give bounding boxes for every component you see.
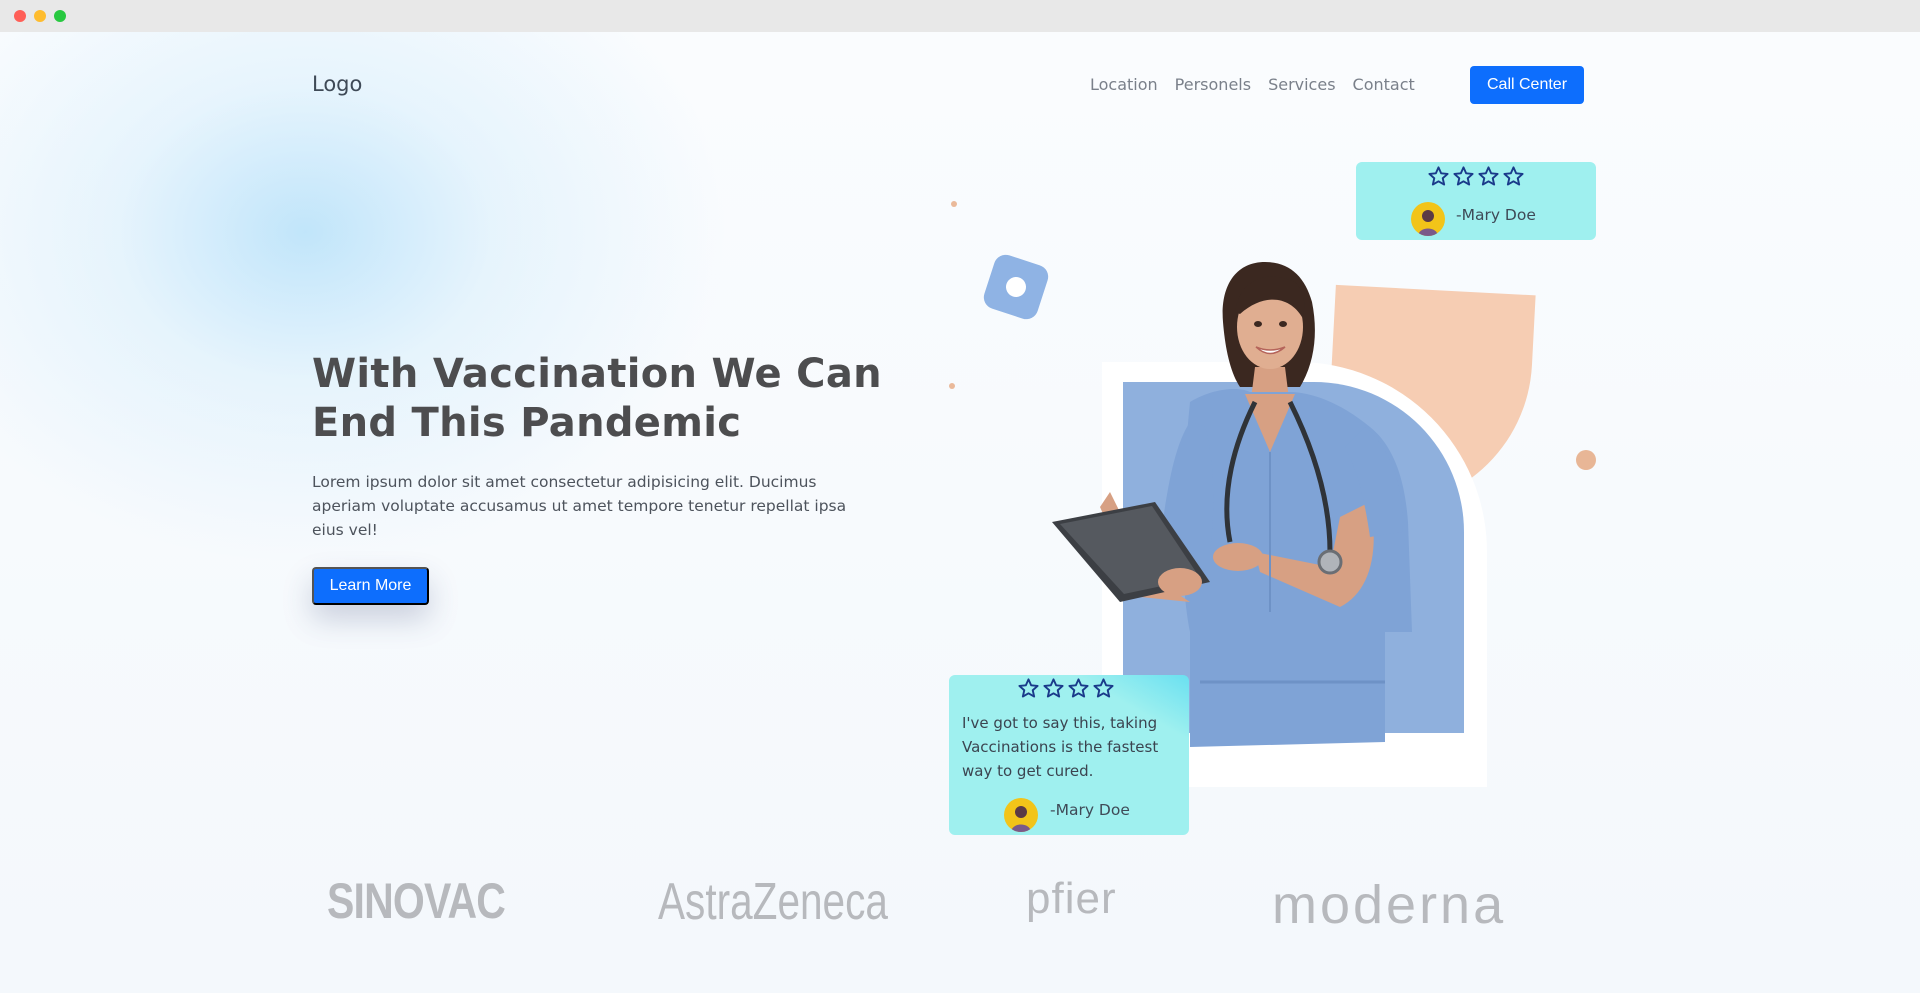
maximize-window-button[interactable]: [54, 10, 66, 22]
landing-page: Logo Location Personels Services Contact…: [0, 32, 1920, 993]
learn-more-button[interactable]: Learn More: [312, 567, 429, 605]
hero-headline-line2: End This Pandemic: [312, 400, 742, 446]
main-nav: Location Personels Services Contact: [1090, 75, 1415, 94]
call-center-button[interactable]: Call Center: [1470, 66, 1584, 104]
brand-logo-moderna: moderna: [1272, 875, 1507, 935]
nav-services[interactable]: Services: [1268, 75, 1335, 94]
nav-contact[interactable]: Contact: [1353, 75, 1415, 94]
minimize-window-button[interactable]: [34, 10, 46, 22]
star-icon: [1043, 678, 1064, 698]
hero-headline: With Vaccination We Can End This Pandemi…: [312, 350, 912, 448]
review-author: -Mary Doe: [1456, 206, 1536, 224]
reviewer-avatar: [1411, 202, 1445, 236]
review-card-bottom: I've got to say this, taking Vaccination…: [949, 675, 1189, 835]
nav-personels[interactable]: Personels: [1175, 75, 1251, 94]
reviewer-avatar: [1004, 798, 1038, 832]
review-card-top: -Mary Doe: [1356, 162, 1596, 240]
star-icon: [1478, 166, 1499, 186]
decor-dot-large: [1576, 450, 1596, 470]
decor-dot-small-2: [949, 383, 955, 389]
review-quote: I've got to say this, taking Vaccination…: [962, 714, 1159, 780]
hero-headline-line1: With Vaccination We Can: [312, 351, 882, 397]
brand-logo-sinovac: SINOVAC: [327, 873, 506, 929]
hero-paragraph: Lorem ipsum dolor sit amet consectetur a…: [312, 473, 847, 539]
star-icon: [1068, 678, 1089, 698]
star-icon: [1093, 678, 1114, 698]
site-logo[interactable]: Logo: [312, 72, 362, 96]
decor-dot-small-1: [951, 201, 957, 207]
star-icon: [1503, 166, 1524, 186]
brand-logo-pfier: pfier: [1026, 874, 1117, 923]
review-author: -Mary Doe: [1050, 801, 1130, 819]
brand-logo-astrazeneca: AstraZeneca: [658, 873, 888, 931]
star-icon: [1453, 166, 1474, 186]
nav-location[interactable]: Location: [1090, 75, 1158, 94]
rating-stars: [1017, 677, 1115, 700]
window-titlebar: [0, 0, 1920, 32]
close-window-button[interactable]: [14, 10, 26, 22]
rating-stars: [1427, 165, 1525, 188]
star-icon: [1428, 166, 1449, 186]
star-icon: [1018, 678, 1039, 698]
